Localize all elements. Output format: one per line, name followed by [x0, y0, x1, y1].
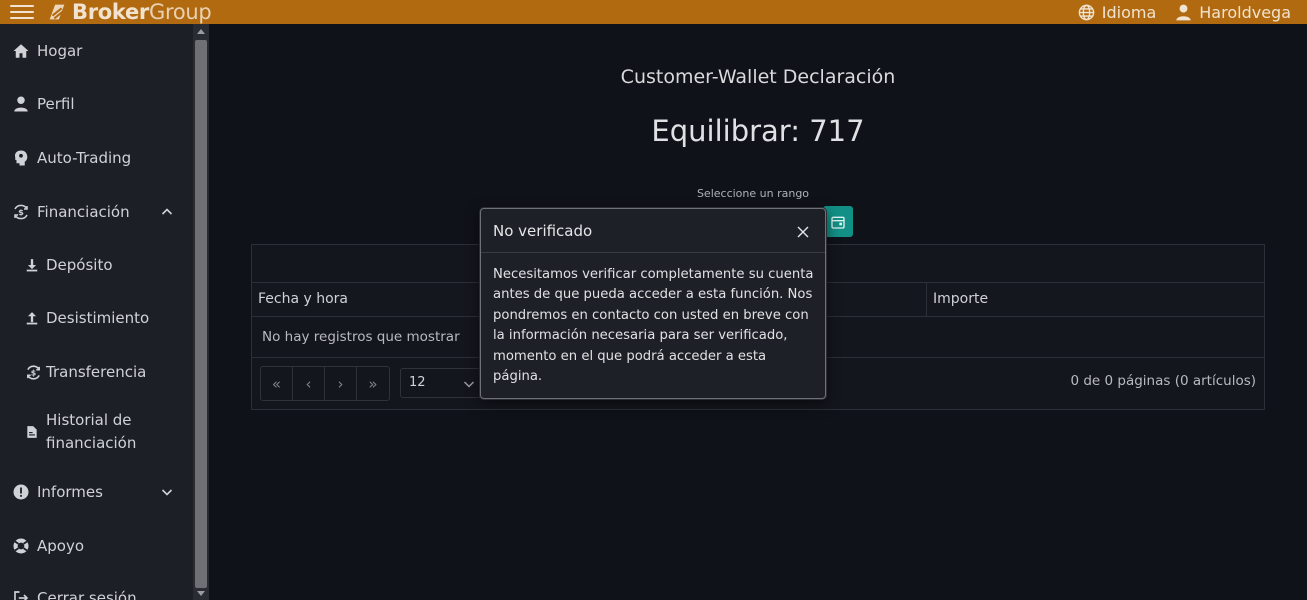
pagination: « ‹ › » — [260, 366, 390, 401]
sidebar-item-label: Apoyo — [37, 537, 85, 555]
next-page-button[interactable]: › — [325, 367, 357, 400]
globe-icon — [1078, 4, 1095, 20]
scrollbar-thumb[interactable] — [195, 40, 207, 588]
money-cycle-icon: $ — [11, 202, 31, 222]
sidebar-item-financiacion[interactable]: $ Financiación — [0, 199, 193, 225]
chevron-down-icon — [463, 381, 475, 388]
sidebar-item-label: Depósito — [46, 256, 113, 274]
sidebar-item-transferencia[interactable]: $ Transferencia — [0, 360, 193, 384]
life-ring-icon — [11, 536, 31, 556]
modal-header: No verificado — [481, 209, 825, 253]
svg-text:$: $ — [18, 207, 24, 217]
sidebar-item-hogar[interactable]: Hogar — [0, 39, 193, 63]
home-icon — [11, 41, 31, 61]
upload-icon — [24, 310, 40, 326]
sidebar-item-deposito[interactable]: Depósito — [0, 253, 193, 277]
sidebar-item-label: Informes — [37, 483, 103, 501]
sidebar-item-apoyo[interactable]: Apoyo — [0, 534, 193, 558]
not-verified-modal: No verificado Necesitamos verificar comp… — [480, 208, 826, 399]
close-icon[interactable] — [795, 224, 811, 240]
top-bar: BrokerGroup Idioma Haroldvega — [0, 0, 1307, 24]
file-invoice-icon — [24, 424, 40, 440]
brain-icon — [11, 148, 31, 168]
modal-title: No verificado — [493, 222, 593, 240]
sidebar-item-label: Cerrar sesión — [37, 589, 137, 600]
brand-logo[interactable]: BrokerGroup — [46, 0, 212, 24]
balance-display: Equilibrar: 717 — [651, 114, 865, 148]
svg-text:$: $ — [30, 368, 35, 377]
sidebar-item-historial-de-financiacion[interactable]: Historial de financiación — [0, 408, 193, 456]
page-title: Customer-Wallet Declaración — [620, 66, 896, 88]
language-menu[interactable]: Idioma — [1077, 2, 1157, 22]
date-range-button[interactable] — [823, 206, 853, 237]
sidebar-scrollbar[interactable] — [193, 24, 209, 600]
sidebar-item-perfil[interactable]: Perfil — [0, 92, 193, 116]
sidebar-item-desistimiento[interactable]: Desistimiento — [0, 306, 193, 330]
chevron-up-icon — [161, 208, 173, 215]
range-label: Seleccione un rango — [696, 187, 810, 200]
scroll-down-icon[interactable] — [197, 591, 205, 596]
sidebar-item-label: Desistimiento — [46, 309, 150, 327]
menu-toggle-icon[interactable] — [10, 0, 34, 24]
column-header-importe[interactable]: Importe — [926, 283, 1264, 317]
sidebar-item-label: Transferencia — [46, 363, 147, 381]
sidebar-item-cerrar-sesion[interactable]: Cerrar sesión — [0, 586, 193, 600]
chevron-down-icon — [161, 489, 173, 496]
language-label: Idioma — [1101, 2, 1157, 22]
modal-body: Necesitamos verificar completamente su c… — [493, 267, 814, 385]
first-page-button[interactable]: « — [261, 367, 293, 400]
sidebar-item-label: Perfil — [37, 95, 75, 113]
user-icon — [1176, 4, 1191, 20]
sidebar-item-label: Auto-Trading — [37, 149, 132, 167]
exclamation-circle-icon — [11, 482, 31, 502]
download-icon — [24, 257, 40, 273]
brand-name: BrokerGroup — [72, 0, 212, 24]
calendar-icon — [831, 216, 845, 229]
user-icon — [11, 94, 31, 114]
last-page-button[interactable]: » — [357, 367, 389, 400]
pages-info: 0 de 0 páginas (0 artículos) — [1070, 373, 1256, 389]
user-name: Haroldvega — [1199, 2, 1291, 22]
per-page-select[interactable]: 12 — [400, 368, 484, 398]
user-menu[interactable]: Haroldvega — [1174, 3, 1291, 22]
sign-out-icon — [11, 588, 31, 600]
sidebar: Hogar Perfil Auto-Trading $ Financiación… — [0, 24, 193, 600]
sidebar-item-label: Financiación — [37, 203, 130, 221]
transfer-icon: $ — [24, 363, 42, 381]
logo-icon — [49, 4, 65, 20]
scroll-up-icon[interactable] — [197, 29, 205, 34]
prev-page-button[interactable]: ‹ — [293, 367, 325, 400]
sidebar-item-informes[interactable]: Informes — [0, 480, 193, 504]
sidebar-item-label: Historial de financiación — [46, 411, 137, 452]
per-page-value: 12 — [409, 375, 426, 390]
sidebar-item-label: Hogar — [37, 42, 83, 60]
sidebar-item-auto-trading[interactable]: Auto-Trading — [0, 146, 193, 170]
